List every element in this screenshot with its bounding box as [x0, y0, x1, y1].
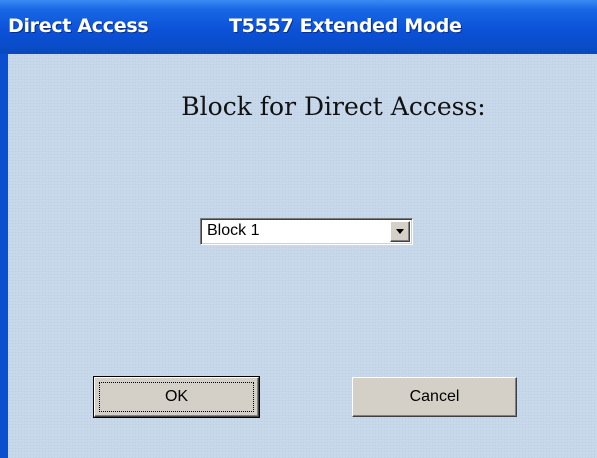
prompt-heading: Block for Direct Access:	[181, 92, 486, 121]
dialog-window: Direct Access T5557 Extended Mode Block …	[0, 0, 597, 458]
block-select-value: Block 1	[207, 222, 260, 239]
ok-button-label: OK	[164, 388, 189, 405]
cancel-button-label: Cancel	[409, 388, 460, 405]
block-select-dropdown-button[interactable]	[390, 221, 410, 242]
cancel-button[interactable]: Cancel	[352, 377, 517, 417]
chevron-down-icon	[396, 229, 404, 234]
ok-button[interactable]: OK	[93, 376, 260, 418]
window-title: Direct Access	[8, 15, 149, 37]
block-select[interactable]: Block 1	[200, 218, 413, 245]
title-bar[interactable]: Direct Access T5557 Extended Mode	[0, 0, 597, 54]
window-subtitle: T5557 Extended Mode	[229, 15, 462, 37]
